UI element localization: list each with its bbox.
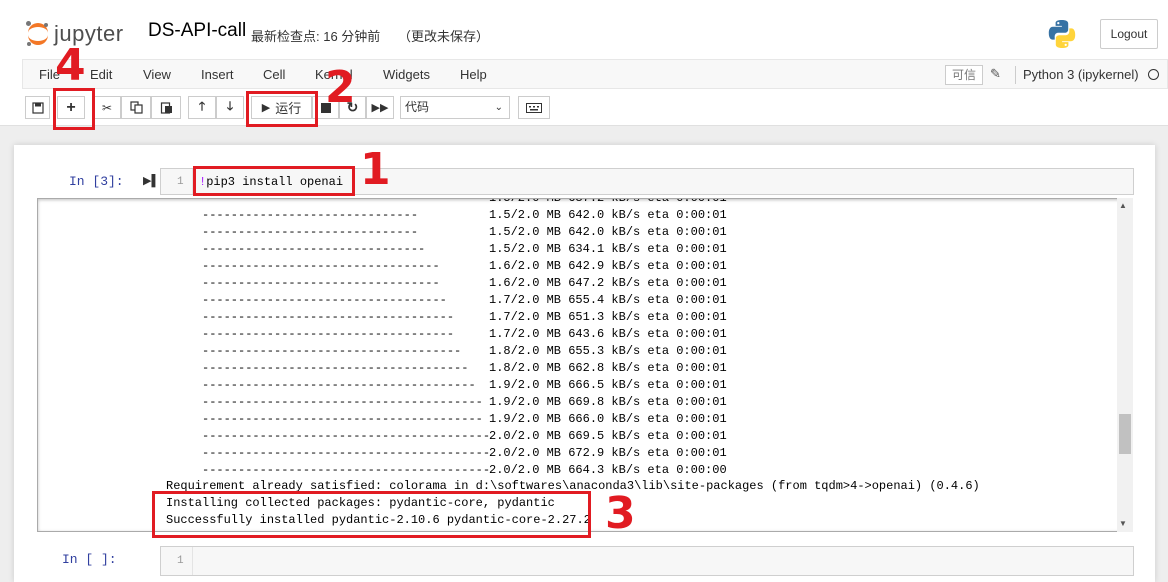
progress-bar-text: ----------------------------------- bbox=[202, 327, 455, 341]
progress-stats-text: 1.7/2.0 MB 655.4 kB/s eta 0:00:01 bbox=[489, 293, 727, 307]
annotation-box-3 bbox=[152, 491, 591, 538]
line-number: 1 bbox=[177, 555, 184, 567]
progress-bar-text: --------------------------------- bbox=[202, 276, 440, 290]
arrow-up-icon: 🡑 bbox=[198, 99, 206, 113]
keyboard-icon bbox=[526, 102, 542, 113]
notebook-header: jupyter DS-API-call 最新检查点: 16 分钟前 （更改未保存… bbox=[0, 0, 1168, 126]
menu-cell[interactable]: Cell bbox=[263, 67, 285, 82]
chevron-down-icon: ⌄ bbox=[494, 102, 503, 113]
copy-button[interactable] bbox=[121, 96, 151, 119]
cut-icon: ✂ bbox=[101, 100, 113, 115]
progress-stats-text: 2.0/2.0 MB 669.5 kB/s eta 0:00:01 bbox=[489, 429, 727, 443]
progress-bar-text: ------------------------------------- bbox=[202, 361, 469, 375]
cell-prompt: In [3]: bbox=[69, 174, 124, 189]
scroll-up-icon[interactable]: ▲ bbox=[1119, 201, 1127, 210]
empty-code-cell-input[interactable]: 1 bbox=[160, 546, 1134, 576]
annotation-number-2: 2 bbox=[325, 62, 356, 113]
menu-view[interactable]: View bbox=[143, 67, 171, 82]
cell-output-area[interactable]: ------------------------------- 1.5/2.0 M… bbox=[37, 198, 1133, 532]
progress-bar-text: ---------------------------------- bbox=[202, 293, 447, 307]
progress-bar-text: ------------------------------ bbox=[202, 208, 419, 222]
annotation-box-1 bbox=[193, 166, 355, 196]
kernel-idle-indicator-icon bbox=[1148, 69, 1159, 80]
annotation-box-4 bbox=[53, 88, 95, 130]
cell-type-value: 代码 bbox=[405, 100, 430, 114]
paste-button[interactable] bbox=[151, 96, 181, 119]
menu-help[interactable]: Help bbox=[460, 67, 487, 82]
progress-stats-text: 1.9/2.0 MB 666.5 kB/s eta 0:00:01 bbox=[489, 378, 727, 392]
progress-stats-text: 1.7/2.0 MB 651.3 kB/s eta 0:00:01 bbox=[489, 310, 727, 324]
autosave-status: （更改未保存） bbox=[398, 29, 490, 44]
menubar: File Edit View Insert Cell Kernel Widget… bbox=[22, 59, 1168, 89]
cut-button[interactable]: ✂ bbox=[93, 96, 121, 119]
progress-stats-text: 1.6/2.0 MB 642.9 kB/s eta 0:00:01 bbox=[489, 259, 727, 273]
jupyter-logo-icon bbox=[26, 21, 50, 47]
progress-stats-text: 1.5/2.0 MB 642.0 kB/s eta 0:00:01 bbox=[489, 225, 727, 239]
kernel-name[interactable]: Python 3 (ipykernel) bbox=[1023, 67, 1139, 82]
line-gutter: 1 bbox=[161, 169, 193, 194]
progress-bar-text: ---------------------------------------- bbox=[202, 429, 491, 443]
pencil-icon[interactable]: ✎ bbox=[990, 66, 1001, 82]
annotation-number-4: 4 bbox=[55, 40, 86, 91]
progress-stats-text: 1.5/2.0 MB 637.2 kB/s eta 0:00:01 bbox=[489, 198, 727, 205]
progress-bar-text: ------------------------------- bbox=[202, 242, 426, 256]
progress-bar-text: ---------------------------------------- bbox=[202, 446, 491, 460]
progress-bar-text: -------------------------------------- bbox=[202, 378, 476, 392]
progress-bar-text: ----------------------------------- bbox=[202, 310, 455, 324]
command-palette-button[interactable] bbox=[518, 96, 550, 119]
progress-stats-text: 1.8/2.0 MB 662.8 kB/s eta 0:00:01 bbox=[489, 361, 727, 375]
progress-stats-text: 1.6/2.0 MB 647.2 kB/s eta 0:00:01 bbox=[489, 276, 727, 290]
progress-bar-text: --------------------------------------- bbox=[202, 412, 483, 426]
save-button[interactable] bbox=[25, 96, 50, 119]
cell-type-select[interactable]: 代码 ⌄ bbox=[400, 96, 510, 119]
menu-insert[interactable]: Insert bbox=[201, 67, 234, 82]
progress-stats-text: 1.9/2.0 MB 669.8 kB/s eta 0:00:01 bbox=[489, 395, 727, 409]
line-number: 1 bbox=[177, 176, 184, 188]
progress-stats-text: 1.5/2.0 MB 634.1 kB/s eta 0:00:01 bbox=[489, 242, 727, 256]
fast-forward-icon: ▶▶ bbox=[371, 102, 389, 114]
progress-bar-text: ---------------------------------------- bbox=[202, 463, 491, 477]
copy-icon bbox=[129, 101, 143, 114]
trusted-badge[interactable]: 可信 bbox=[945, 65, 984, 85]
annotation-number-1: 1 bbox=[360, 144, 391, 195]
progress-bar-text: ------------------------------------ bbox=[202, 344, 462, 358]
cell-run-indicator-icon[interactable]: ▶▌ bbox=[143, 174, 159, 187]
line-gutter: 1 bbox=[161, 547, 193, 575]
annotation-box-2 bbox=[246, 91, 318, 127]
progress-stats-text: 1.9/2.0 MB 666.0 kB/s eta 0:00:01 bbox=[489, 412, 727, 426]
progress-bar-text: --------------------------------------- bbox=[202, 395, 483, 409]
notebook-title[interactable]: DS-API-call bbox=[148, 20, 246, 42]
progress-bar-text: --------------------------------- bbox=[202, 259, 440, 273]
cell-prompt-empty: In [ ]: bbox=[62, 552, 117, 567]
progress-stats-text: 2.0/2.0 MB 672.9 kB/s eta 0:00:01 bbox=[489, 446, 727, 460]
progress-stats-text: 1.8/2.0 MB 655.3 kB/s eta 0:00:01 bbox=[489, 344, 727, 358]
menu-edit[interactable]: Edit bbox=[90, 67, 112, 82]
progress-bar-text: ------------------------------ bbox=[202, 225, 419, 239]
progress-stats-text: 1.5/2.0 MB 642.0 kB/s eta 0:00:01 bbox=[489, 208, 727, 222]
progress-stats-text: 1.7/2.0 MB 643.6 kB/s eta 0:00:01 bbox=[489, 327, 727, 341]
progress-bar-text: ------------------------------- bbox=[202, 198, 426, 205]
output-scrollbar-thumb[interactable] bbox=[1119, 414, 1131, 454]
menu-widgets[interactable]: Widgets bbox=[383, 67, 430, 82]
save-icon bbox=[31, 101, 44, 114]
output-scrollbar[interactable] bbox=[1117, 198, 1133, 532]
progress-stats-text: 2.0/2.0 MB 664.3 kB/s eta 0:00:00 bbox=[489, 463, 727, 477]
restart-run-all-button[interactable]: ▶▶ bbox=[366, 96, 394, 119]
logout-button[interactable]: Logout bbox=[1100, 19, 1158, 49]
paste-icon bbox=[160, 102, 172, 114]
arrow-down-icon: 🡓 bbox=[226, 99, 234, 113]
checkpoint-status: 最新检查点: 16 分钟前 bbox=[251, 29, 381, 44]
scroll-down-icon[interactable]: ▼ bbox=[1119, 519, 1127, 528]
python-logo-icon bbox=[1048, 20, 1076, 48]
annotation-number-3: 3 bbox=[605, 488, 636, 539]
move-cell-up-button[interactable]: 🡑 bbox=[188, 96, 216, 119]
divider bbox=[1015, 66, 1016, 84]
move-cell-down-button[interactable]: 🡓 bbox=[216, 96, 244, 119]
